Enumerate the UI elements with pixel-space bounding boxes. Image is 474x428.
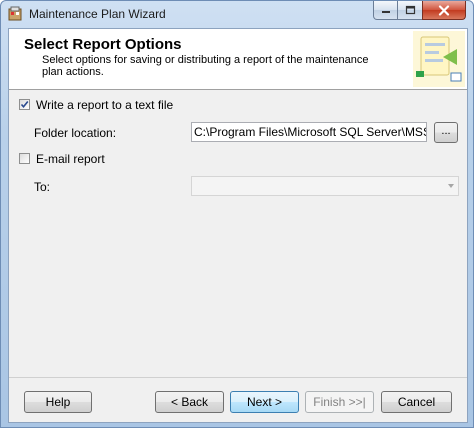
page-subtitle: Select options for saving or distributin… [42, 54, 369, 78]
cancel-button[interactable]: Cancel [381, 391, 452, 413]
dropdown-arrow-icon [448, 184, 454, 188]
wizard-banner-icon [413, 31, 465, 87]
maximize-button[interactable] [397, 1, 423, 20]
close-button[interactable] [422, 1, 466, 20]
finish-button[interactable]: Finish >>| [305, 391, 374, 413]
folder-location-input[interactable]: C:\Program Files\Microsoft SQL Server\MS… [191, 122, 427, 142]
write-report-checkbox[interactable] [19, 99, 30, 110]
email-report-label[interactable]: E-mail report [36, 152, 105, 166]
minimize-icon [381, 11, 390, 13]
wizard-app-icon [8, 6, 22, 21]
next-button[interactable]: Next > [230, 391, 299, 413]
back-button[interactable]: < Back [155, 391, 224, 413]
browse-folder-button[interactable]: ... [434, 122, 458, 143]
wizard-client-area: Select Report Options Select options for… [8, 28, 468, 423]
minimize-button[interactable] [373, 1, 398, 20]
wizard-footer: Help < Back Next > Finish >>| Cancel [9, 377, 467, 423]
to-operator-dropdown[interactable] [191, 176, 459, 196]
folder-location-label: Folder location: [34, 126, 117, 140]
maximize-icon [405, 5, 415, 15]
page-title: Select Report Options [24, 36, 182, 53]
help-button[interactable]: Help [24, 391, 92, 413]
checkmark-icon [20, 100, 29, 109]
window-title: Maintenance Plan Wizard [29, 7, 166, 21]
wizard-header: Select Report Options Select options for… [9, 29, 467, 90]
title-bar[interactable]: Maintenance Plan Wizard [1, 1, 473, 27]
email-report-checkbox[interactable] [19, 153, 30, 164]
write-report-label[interactable]: Write a report to a text file [36, 98, 173, 112]
wizard-window: Maintenance Plan Wizard Select Report Op… [0, 0, 474, 428]
to-label: To: [34, 180, 51, 194]
close-icon [438, 4, 450, 16]
